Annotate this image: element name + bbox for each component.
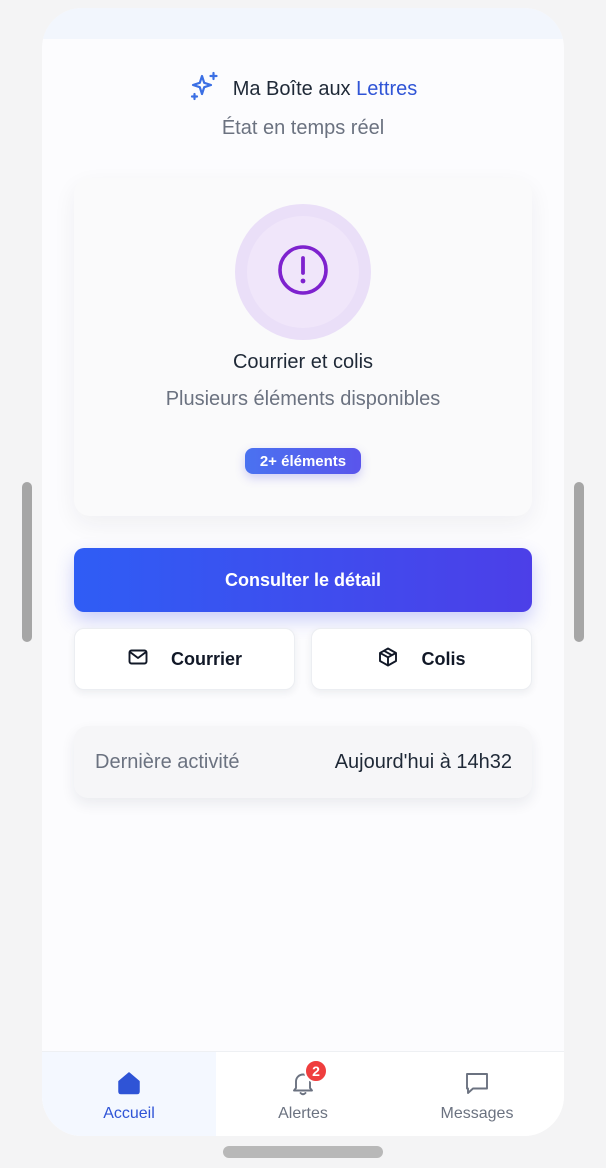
sparkles-icon xyxy=(189,70,221,108)
last-activity-value: Aujourd'hui à 14h32 xyxy=(334,750,512,773)
bottom-tab-bar: Accueil 2 Alertes Messages xyxy=(42,1051,564,1136)
parcel-button-label: Colis xyxy=(421,648,466,669)
last-activity-label: Dernière activité xyxy=(95,750,240,773)
items-count-badge: 2+ éléments xyxy=(245,448,361,474)
app-subtitle: État en temps réel xyxy=(221,117,385,139)
message-icon xyxy=(463,1069,491,1097)
app-title: Ma Boîte aux Lettres xyxy=(42,70,564,108)
mailbox-status-card: Courrier et colis Plusieurs éléments dis… xyxy=(74,178,532,516)
status-bar xyxy=(42,8,564,39)
mail-button[interactable]: Courrier xyxy=(74,628,295,690)
side-button-left xyxy=(22,482,32,642)
mail-button-label: Courrier xyxy=(170,648,242,669)
home-icon xyxy=(115,1069,143,1097)
status-icon-ring xyxy=(235,204,371,340)
view-details-button[interactable]: Consulter le détail xyxy=(74,548,532,612)
tab-messages-label: Messages xyxy=(440,1105,514,1122)
tab-messages[interactable]: Messages xyxy=(390,1052,564,1136)
tab-alerts-label: Alertes xyxy=(278,1105,328,1122)
last-activity-card: Dernière activité Aujourd'hui à 14h32 xyxy=(74,726,532,798)
tab-home[interactable]: Accueil xyxy=(42,1052,216,1136)
mail-icon xyxy=(127,646,149,673)
parcel-button[interactable]: Colis xyxy=(311,628,532,690)
home-indicator[interactable] xyxy=(223,1146,383,1158)
phone-screen: Ma Boîte aux Lettres État en temps réel … xyxy=(42,8,564,1136)
bell-icon: 2 xyxy=(289,1059,328,1097)
status-description: Plusieurs éléments disponibles xyxy=(165,388,441,410)
side-button-right xyxy=(574,482,584,642)
status-title: Courrier et colis xyxy=(232,351,374,373)
alerts-count-badge: 2 xyxy=(304,1059,328,1083)
package-icon xyxy=(377,646,399,673)
tab-alerts[interactable]: 2 Alertes xyxy=(216,1052,390,1136)
tab-home-label: Accueil xyxy=(103,1105,155,1122)
alert-circle-icon xyxy=(276,243,330,302)
app-title-text: Ma Boîte aux xyxy=(232,77,351,100)
app-title-accent: Lettres xyxy=(356,77,418,100)
